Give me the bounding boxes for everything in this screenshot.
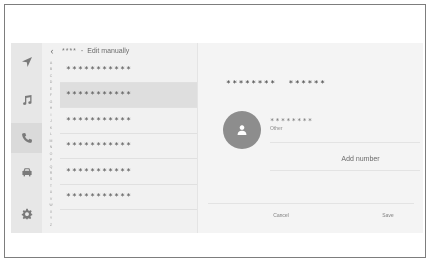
head-unit-screen: ‹ **** - Edit manually ABCDEFGHIJKLMNOPQ…	[11, 43, 423, 233]
alphabet-index[interactable]: ABCDEFGHIJKLMNOPQRSTUVWXYZ	[48, 61, 54, 227]
navigation-arrow-icon	[21, 57, 32, 67]
contact-name: ***********	[66, 64, 133, 74]
gear-icon	[21, 208, 32, 220]
contact-full-name: ******** ******	[226, 79, 326, 88]
contact-name: ***********	[66, 166, 133, 176]
header-title: Edit manually	[87, 47, 130, 55]
avatar	[223, 111, 261, 149]
phone-icon	[21, 133, 32, 143]
list-item[interactable]: ***********	[60, 185, 197, 210]
rail-item-vehicle[interactable]	[11, 157, 42, 187]
list-item[interactable]: ***********	[60, 108, 197, 134]
save-button[interactable]: Save	[348, 209, 423, 223]
list-item[interactable]: ***********	[60, 159, 197, 185]
cancel-button[interactable]: Cancel	[241, 209, 321, 223]
list-item[interactable]: ***********	[60, 134, 197, 159]
index-letter[interactable]: Y	[50, 216, 52, 220]
list-item[interactable]: ***********	[60, 57, 197, 83]
nav-rail	[11, 43, 42, 233]
index-letter[interactable]: F	[50, 93, 52, 97]
music-note-icon	[22, 95, 32, 105]
index-letter[interactable]: O	[50, 152, 53, 156]
divider	[270, 142, 420, 143]
rail-item-settings[interactable]	[11, 199, 42, 229]
footer-divider	[208, 203, 414, 204]
contact-list: *********** *********** *********** ****…	[60, 57, 197, 210]
first-name: ********	[226, 79, 277, 88]
contact-name: ***********	[66, 90, 133, 100]
index-letter[interactable]: J	[50, 119, 52, 123]
index-letter[interactable]: A	[50, 61, 52, 65]
phone-number-row[interactable]: ******** Other	[270, 117, 420, 132]
index-letter[interactable]: X	[50, 210, 52, 214]
header-separator: -	[80, 47, 84, 55]
index-letter[interactable]: W	[49, 203, 52, 207]
index-letter[interactable]: B	[50, 67, 52, 71]
phone-number: ********	[270, 117, 314, 125]
index-letter[interactable]: K	[50, 126, 52, 130]
contact-name: ***********	[66, 115, 133, 125]
contact-name: ***********	[66, 141, 133, 151]
index-letter[interactable]: Z	[50, 223, 52, 227]
last-name: ******	[288, 79, 327, 88]
contact-name: ***********	[66, 192, 133, 202]
chevron-left-icon[interactable]: ‹	[46, 46, 58, 56]
car-icon	[21, 168, 32, 177]
rail-item-navigation[interactable]	[11, 47, 42, 77]
index-letter[interactable]: D	[50, 80, 53, 84]
index-letter[interactable]: V	[50, 197, 52, 201]
index-letter[interactable]: M	[50, 139, 53, 143]
rail-item-media[interactable]	[11, 85, 42, 115]
index-letter[interactable]: U	[50, 190, 53, 194]
phone-type: Other	[270, 126, 283, 132]
header-contact-name: ****	[62, 47, 77, 55]
index-letter[interactable]: R	[50, 171, 53, 175]
contact-detail-panel: ******** ****** ******** Other Add number…	[197, 43, 423, 233]
index-letter[interactable]: S	[50, 177, 52, 181]
person-icon	[237, 125, 247, 135]
index-letter[interactable]: I	[51, 113, 52, 117]
add-number-button[interactable]: Add number	[298, 153, 423, 167]
index-letter[interactable]: T	[50, 184, 52, 188]
index-letter[interactable]: N	[50, 145, 53, 149]
list-item[interactable]: ***********	[60, 82, 197, 108]
index-letter[interactable]: Q	[50, 165, 53, 169]
index-letter[interactable]: L	[50, 132, 52, 136]
divider	[270, 170, 420, 171]
index-letter[interactable]: E	[50, 87, 52, 91]
index-letter[interactable]: C	[50, 74, 53, 78]
rail-item-phone[interactable]	[11, 123, 42, 153]
index-letter[interactable]: G	[50, 100, 53, 104]
index-letter[interactable]: P	[50, 158, 52, 162]
index-letter[interactable]: H	[50, 106, 53, 110]
